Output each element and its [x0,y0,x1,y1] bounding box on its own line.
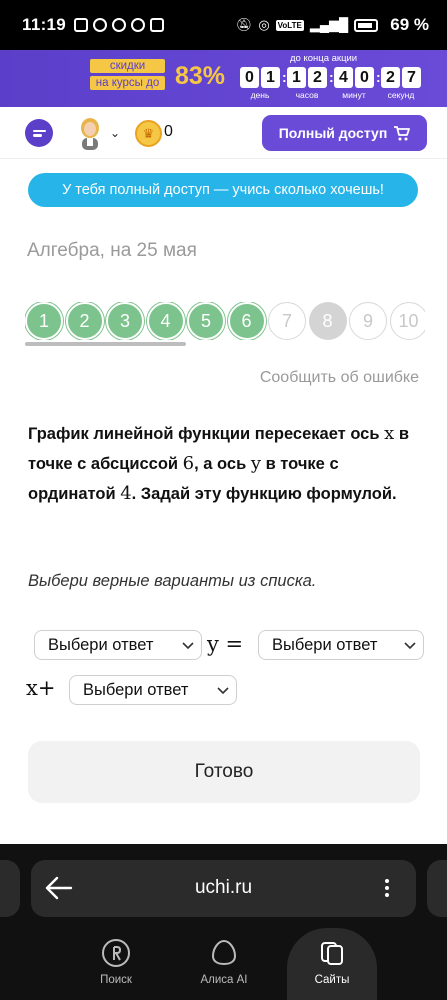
whatsapp-icon [93,18,108,32]
timer-digit: 2 [308,67,327,88]
battery-level: 69 % [390,15,429,34]
nav-sites-label: Сайты [314,974,350,986]
battery-icon [354,18,379,32]
report-error-link[interactable]: Сообщить об ошибке [260,369,419,387]
answer-select-3[interactable]: Выбери ответ [69,675,237,705]
address-bar[interactable]: uchi.ru [31,860,416,917]
equation-y-equals: y = [207,632,244,656]
task-number-3[interactable]: 3 [106,302,144,340]
countdown-timer: 01 день : 12 часов : 40 минут : 27 секун… [238,67,423,100]
done-button[interactable]: Готово [28,741,420,803]
timer-digit: 7 [402,67,421,88]
answer-select-2[interactable]: Выбери ответ [258,630,424,660]
promo-tags: скидки на курсы до [90,59,165,93]
status-bar: 11:19 🔕︎ ◎ VoLTE ▂▄▆█ 69 % [0,0,447,50]
timer-digit: 4 [334,67,353,88]
promo-tag-discounts: скидки [90,59,165,73]
chevron-down-icon [404,642,416,650]
hotspot-icon: ◎ [258,17,270,32]
full-access-notice: У тебя полный доступ — учись сколько хоч… [28,173,418,207]
promo-banner[interactable]: скидки на курсы до 83% до конца акции 01… [0,50,447,107]
mute-icon: 🔕︎ [235,17,253,32]
alice-icon [211,939,237,966]
timer-digit: 0 [355,67,374,88]
math-x: x [384,423,395,444]
timer-digit: 0 [240,67,259,88]
url-text[interactable]: uchi.ru [31,877,416,899]
telegram-icon [112,18,127,32]
menu-kebab-icon[interactable] [385,876,391,900]
notification-icons [74,18,165,32]
question-part: . Задай эту функцию формулой. [131,485,397,503]
promo-until-label: до конца акции [290,53,358,64]
answer-select-3-value: Выбери ответ [83,680,189,699]
task-number-4[interactable]: 4 [146,302,185,340]
math-y: y [250,453,261,474]
browser-bottom-bar: uchi.ru Поиск Алиса AI Сайты [0,844,447,1000]
timer-digit: 1 [261,67,280,88]
nav-sites[interactable]: Сайты [287,928,377,1000]
task-number-10[interactable]: 10 [389,302,425,340]
answer-select-1[interactable]: Выбери ответ [34,630,202,660]
nav-alice[interactable]: Алиса AI [179,928,269,1000]
timer-label: часов [295,90,319,100]
math-six: 6 [182,453,195,474]
chevron-down-icon[interactable]: ⌄ [110,126,120,140]
full-access-label: Полный доступ [278,125,388,141]
timer-days: 01 день [238,67,282,100]
question-part: , а ось [194,455,251,473]
timer-hours: 12 часов [285,67,329,100]
chat-icon[interactable] [25,119,53,147]
nav-alice-label: Алиса AI [200,974,248,986]
messenger-icon [131,18,146,32]
timer-seconds: 27 секунд [379,67,423,100]
task-number-7[interactable]: 7 [268,302,306,340]
coin-count: 0 [164,123,173,140]
nfc-icon [74,18,89,32]
signal-icon: ▂▄▆█ [309,17,349,32]
task-number-5[interactable]: 5 [187,302,225,340]
promo-tag-courses: на курсы до [90,76,165,90]
app-header: ⌄ ♛ 0 Полный доступ [0,107,447,159]
task-number-1[interactable]: 1 [25,302,63,340]
next-tab-peek[interactable] [427,860,447,917]
status-time: 11:19 [22,15,67,34]
task-number-8[interactable]: 8 [308,302,347,340]
task-number-6[interactable]: 6 [227,302,266,340]
timer-digit: 1 [287,67,306,88]
timer-minutes: 40 минут [332,67,376,100]
nav-search-label: Поиск [100,974,132,986]
task-pager: 1 2 3 4 5 6 7 8 9 10 [25,302,425,340]
volte-icon: VoLTE [275,19,304,31]
equation-x-plus: x+ [26,676,56,700]
promo-discount: 83% [175,62,226,90]
cart-icon [394,125,411,140]
timer-label: минут [342,90,366,100]
timer-label: секунд [387,90,415,100]
pager-scroll-indicator [25,342,186,346]
question-text: График линейной функции пересекает ось x… [28,419,423,509]
sites-icon [321,942,343,965]
answer-select-1-value: Выбери ответ [48,635,154,654]
nav-search[interactable]: Поиск [71,928,161,1000]
page-title: Алгебра, на 25 мая [27,240,197,261]
browser-nav: Поиск Алиса AI Сайты [0,928,447,1000]
chevron-down-icon [182,642,194,650]
coin-icon[interactable]: ♛ [135,120,162,147]
answer-select-2-value: Выбери ответ [272,635,378,654]
full-access-button[interactable]: Полный доступ [262,115,427,151]
question-part: График линейной функции пересекает ось [28,425,385,443]
task-number-2[interactable]: 2 [65,302,104,340]
avatar[interactable] [77,116,103,150]
timer-label: день [250,90,270,100]
yandex-search-icon [102,939,130,967]
instruction-text: Выбери верные варианты из списка. [28,572,317,590]
system-icons: 🔕︎ ◎ VoLTE ▂▄▆█ 69 % [236,15,429,35]
app-notification-icon [150,18,165,32]
chevron-down-icon [217,687,229,695]
task-number-9[interactable]: 9 [349,302,387,340]
timer-digit: 2 [381,67,400,88]
math-four: 4 [120,483,132,504]
prev-tab-peek[interactable] [0,860,20,917]
